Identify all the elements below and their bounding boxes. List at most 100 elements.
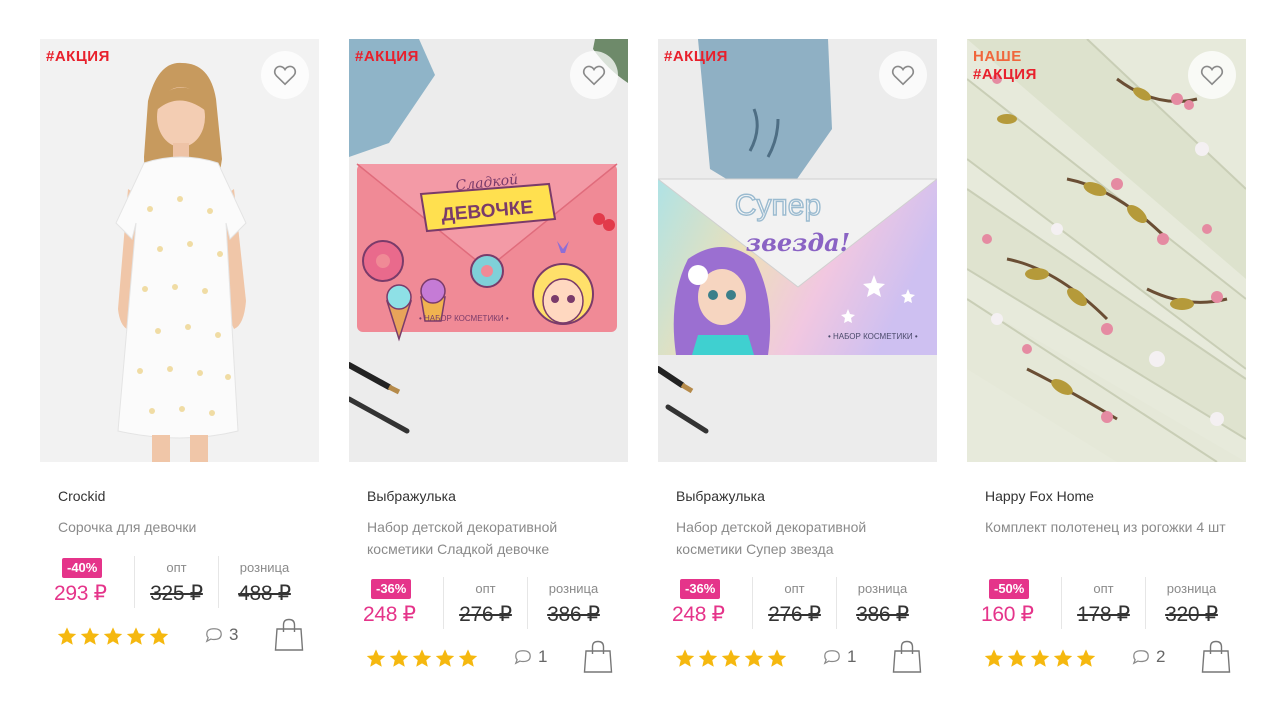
star-icon bbox=[57, 627, 77, 645]
comments-count: 1 bbox=[847, 647, 857, 666]
comments-link[interactable]: 1 bbox=[513, 647, 547, 667]
product-photo[interactable]: ДЕВОЧКЕ Сладкой • НАБОР КОСМЕТИКИ • #АКЦ… bbox=[349, 39, 628, 462]
favorite-button[interactable] bbox=[879, 51, 927, 99]
star-icon bbox=[744, 649, 764, 667]
current-price-column: -36% 248 ₽ bbox=[672, 577, 752, 629]
promo-tag: НАШЕ #АКЦИЯ bbox=[973, 48, 1037, 84]
product-brand[interactable]: Crockid bbox=[58, 488, 105, 504]
favorite-button[interactable] bbox=[1188, 51, 1236, 99]
wholesale-price: 276 ₽ bbox=[768, 603, 821, 626]
add-to-cart-button[interactable] bbox=[892, 640, 922, 674]
product-brand[interactable]: Выбражулька bbox=[676, 488, 765, 504]
price-block: -36% 248 ₽ опт 276 ₽ розница 386 ₽ bbox=[363, 577, 623, 629]
current-price: 160 ₽ bbox=[981, 603, 1034, 626]
wholesale-label: опт bbox=[166, 560, 187, 575]
star-icon bbox=[698, 649, 718, 667]
wholesale-price-column: опт 178 ₽ bbox=[1061, 577, 1145, 629]
retail-label: розница bbox=[857, 581, 908, 596]
card-footer: 2 bbox=[983, 640, 1233, 676]
product-card[interactable]: Супер звезда! • НАБОР КОСМЕТИКИ • #АКЦИЯ… bbox=[658, 39, 937, 715]
current-price-column: -36% 248 ₽ bbox=[363, 577, 443, 629]
heart-outline-icon bbox=[891, 65, 915, 86]
promo-tag-line: #АКЦИЯ bbox=[973, 66, 1037, 83]
star-icon bbox=[767, 649, 787, 667]
star-icon bbox=[1053, 649, 1073, 667]
star-icon bbox=[103, 627, 123, 645]
shopping-bag-icon bbox=[274, 618, 304, 651]
price-block: -50% 160 ₽ опт 178 ₽ розница 320 ₽ bbox=[981, 577, 1241, 629]
wholesale-price-column: опт 276 ₽ bbox=[752, 577, 836, 629]
product-card[interactable]: ДЕВОЧКЕ Сладкой • НАБОР КОСМЕТИКИ • #АКЦ… bbox=[349, 39, 628, 715]
wholesale-label: опт bbox=[475, 581, 496, 596]
package-title: Супер bbox=[735, 189, 821, 222]
product-title[interactable]: Набор детской декоративной косметики Сла… bbox=[367, 516, 617, 560]
floral-towels-photo bbox=[967, 39, 1246, 462]
package-caption: • НАБОР КОСМЕТИКИ • bbox=[419, 314, 509, 323]
add-to-cart-button[interactable] bbox=[583, 640, 613, 674]
rating-stars bbox=[365, 648, 479, 669]
rating-stars bbox=[56, 626, 170, 647]
product-brand[interactable]: Выбражулька bbox=[367, 488, 456, 504]
product-photo[interactable]: #АКЦИЯ bbox=[40, 39, 319, 462]
comments-count: 2 bbox=[1156, 647, 1166, 666]
wholesale-label: опт bbox=[784, 581, 805, 596]
add-to-cart-button[interactable] bbox=[1201, 640, 1231, 674]
star-icon bbox=[149, 627, 169, 645]
shopping-bag-icon bbox=[1201, 640, 1231, 673]
add-to-cart-button[interactable] bbox=[274, 618, 304, 652]
discount-badge: -36% bbox=[680, 579, 721, 599]
comments-link[interactable]: 3 bbox=[204, 625, 238, 645]
package-caption: • НАБОР КОСМЕТИКИ • bbox=[828, 332, 918, 341]
retail-price: 320 ₽ bbox=[1165, 603, 1218, 626]
wholesale-price: 276 ₽ bbox=[459, 603, 512, 626]
card-footer: 1 bbox=[674, 640, 924, 676]
heart-outline-icon bbox=[1200, 65, 1224, 86]
wholesale-price: 178 ₽ bbox=[1077, 603, 1130, 626]
card-footer: 3 bbox=[56, 618, 306, 654]
star-icon bbox=[721, 649, 741, 667]
price-block: -36% 248 ₽ опт 276 ₽ розница 386 ₽ bbox=[672, 577, 932, 629]
wholesale-price-column: опт 276 ₽ bbox=[443, 577, 527, 629]
promo-tag-line: #АКЦИЯ bbox=[664, 48, 728, 65]
wholesale-price: 325 ₽ bbox=[150, 582, 203, 605]
product-title[interactable]: Комплект полотенец из рогожки 4 шт bbox=[985, 516, 1235, 538]
product-photo[interactable]: НАШЕ #АКЦИЯ bbox=[967, 39, 1246, 462]
retail-price-column: розница 488 ₽ bbox=[218, 556, 310, 608]
star-icon bbox=[1007, 649, 1027, 667]
star-icon bbox=[458, 649, 478, 667]
speech-bubble-icon bbox=[205, 628, 222, 643]
price-block: -40% 293 ₽ опт 325 ₽ розница 488 ₽ bbox=[54, 556, 314, 608]
star-icon bbox=[1030, 649, 1050, 667]
current-price: 248 ₽ bbox=[363, 603, 416, 626]
product-card[interactable]: НАШЕ #АКЦИЯ Happy Fox Home Комплект поло… bbox=[967, 39, 1246, 715]
comments-link[interactable]: 2 bbox=[1131, 647, 1165, 667]
shopping-bag-icon bbox=[583, 640, 613, 673]
comments-link[interactable]: 1 bbox=[822, 647, 856, 667]
cosmetics-set-sweet-girl-photo: ДЕВОЧКЕ Сладкой • НАБОР КОСМЕТИКИ • bbox=[349, 39, 628, 462]
promo-tag: #АКЦИЯ bbox=[355, 48, 419, 66]
cosmetics-set-super-star-photo: Супер звезда! • НАБОР КОСМЕТИКИ • bbox=[658, 39, 937, 462]
product-card[interactable]: #АКЦИЯ Crockid Сорочка для девочки -40% … bbox=[40, 39, 319, 715]
product-photo[interactable]: Супер звезда! • НАБОР КОСМЕТИКИ • #АКЦИЯ bbox=[658, 39, 937, 462]
favorite-button[interactable] bbox=[570, 51, 618, 99]
discount-badge: -40% bbox=[62, 558, 103, 578]
retail-label: розница bbox=[548, 581, 599, 596]
retail-price-column: розница 386 ₽ bbox=[527, 577, 619, 629]
shopping-bag-icon bbox=[892, 640, 922, 673]
retail-label: розница bbox=[239, 560, 290, 575]
promo-tag: #АКЦИЯ bbox=[46, 48, 110, 66]
star-icon bbox=[984, 649, 1004, 667]
product-title[interactable]: Набор детской декоративной косметики Суп… bbox=[676, 516, 926, 560]
current-price: 293 ₽ bbox=[54, 582, 107, 605]
wholesale-price-column: опт 325 ₽ bbox=[134, 556, 218, 608]
product-brand[interactable]: Happy Fox Home bbox=[985, 488, 1094, 504]
star-icon bbox=[435, 649, 455, 667]
favorite-button[interactable] bbox=[261, 51, 309, 99]
rating-stars bbox=[674, 648, 788, 669]
promo-tag-line: #АКЦИЯ bbox=[46, 48, 110, 65]
retail-label: розница bbox=[1166, 581, 1217, 596]
promo-tag-line: #АКЦИЯ bbox=[355, 48, 419, 65]
product-title[interactable]: Сорочка для девочки bbox=[58, 516, 308, 538]
retail-price: 488 ₽ bbox=[238, 582, 291, 605]
card-footer: 1 bbox=[365, 640, 615, 676]
